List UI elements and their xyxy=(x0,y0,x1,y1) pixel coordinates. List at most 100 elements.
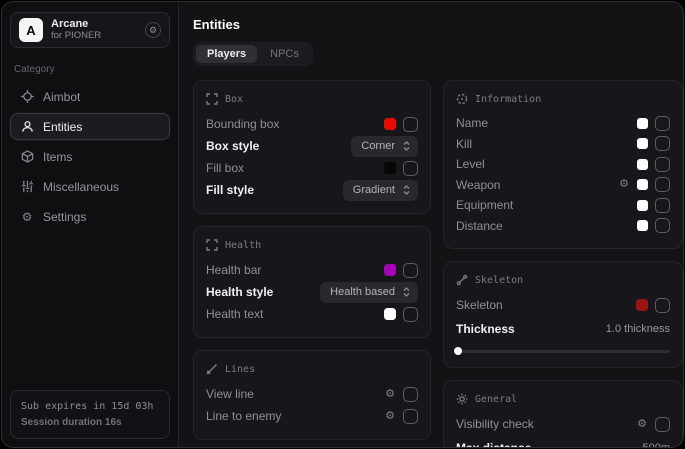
dropdown-value: Corner xyxy=(361,140,395,152)
card-information: Information Name Kill xyxy=(443,80,683,249)
weapon-checkbox[interactable] xyxy=(655,177,670,192)
color-swatch[interactable] xyxy=(384,162,396,174)
name-checkbox[interactable] xyxy=(655,116,670,131)
thickness-slider[interactable] xyxy=(456,347,670,355)
sun-icon xyxy=(456,393,468,405)
color-swatch[interactable] xyxy=(637,200,648,211)
entity-tabs: Players NPCs xyxy=(193,42,313,66)
sidebar-item-entities[interactable]: Entities xyxy=(10,113,170,140)
color-swatch[interactable] xyxy=(384,118,396,130)
card-lines: Lines View line ⚙ Line to enemy ⚙ xyxy=(193,350,431,440)
slider-thumb[interactable] xyxy=(454,347,462,355)
distance-checkbox[interactable] xyxy=(655,218,670,233)
setting-row-distance: Distance xyxy=(456,216,670,237)
kill-checkbox[interactable] xyxy=(655,136,670,151)
health-text-checkbox[interactable] xyxy=(403,307,418,322)
setting-row-level: Level xyxy=(456,154,670,175)
color-swatch[interactable] xyxy=(637,220,648,231)
setting-row-thickness: Thickness 1.0 thickness xyxy=(456,318,670,340)
sidebar-item-aimbot[interactable]: Aimbot xyxy=(10,83,170,110)
options-gear-icon[interactable]: ⚙ xyxy=(385,411,395,422)
setting-row-visibility-check: Visibility check ⚙ xyxy=(456,413,670,435)
equipment-checkbox[interactable] xyxy=(655,198,670,213)
main-panel: Entities Players NPCs Box Bounding box xyxy=(179,2,684,447)
account-gear-icon[interactable]: ⚙ xyxy=(145,22,161,38)
tab-players[interactable]: Players xyxy=(196,45,257,63)
setting-row-equipment: Equipment xyxy=(456,195,670,216)
line-to-enemy-checkbox[interactable] xyxy=(403,409,418,424)
card-title: Box xyxy=(225,94,243,105)
card-title: Skeleton xyxy=(475,275,523,286)
box-style-dropdown[interactable]: Corner xyxy=(351,136,418,157)
setting-label: Visibility check xyxy=(456,417,534,431)
sidebar-item-settings[interactable]: ⚙ Settings xyxy=(10,203,170,230)
diagonal-line-icon xyxy=(206,363,218,375)
color-swatch[interactable] xyxy=(384,264,396,276)
card-title: Lines xyxy=(225,364,255,375)
chevron-updown-icon xyxy=(402,287,411,297)
sliders-icon xyxy=(20,180,34,194)
setting-label: Name xyxy=(456,116,488,130)
setting-label: Box style xyxy=(206,139,259,153)
options-gear-icon[interactable]: ⚙ xyxy=(385,389,395,400)
sidebar: A Arcane for PIONER ⚙ Category Aimbot xyxy=(2,2,179,447)
chevron-updown-icon xyxy=(402,141,411,151)
session-duration-text: Session duration 16s xyxy=(21,415,159,431)
setting-row-box-style: Box style Corner xyxy=(206,135,418,157)
sidebar-item-items[interactable]: Items xyxy=(10,143,170,170)
sidebar-item-label: Aimbot xyxy=(43,90,80,104)
card-box: Box Bounding box Box style Corner xyxy=(193,80,431,214)
sidebar-item-label: Miscellaneous xyxy=(43,180,119,194)
fill-style-dropdown[interactable]: Gradient xyxy=(343,180,418,201)
options-gear-icon[interactable]: ⚙ xyxy=(619,179,629,190)
sidebar-item-miscellaneous[interactable]: Miscellaneous xyxy=(10,173,170,200)
setting-label: Health bar xyxy=(206,263,261,277)
card-title: Health xyxy=(225,240,261,251)
color-swatch[interactable] xyxy=(637,159,648,170)
corner-brackets-icon xyxy=(206,93,218,105)
setting-row-view-line: View line ⚙ xyxy=(206,383,418,405)
card-title: Information xyxy=(475,94,541,105)
corner-brackets-icon xyxy=(206,239,218,251)
app-subtitle: for PIONER xyxy=(51,31,137,42)
dropdown-value: Health based xyxy=(330,286,395,298)
options-gear-icon[interactable]: ⚙ xyxy=(637,419,647,430)
color-swatch[interactable] xyxy=(637,179,648,190)
setting-row-skeleton: Skeleton xyxy=(456,294,670,316)
color-swatch[interactable] xyxy=(636,299,648,311)
view-line-checkbox[interactable] xyxy=(403,387,418,402)
health-bar-checkbox[interactable] xyxy=(403,263,418,278)
setting-row-kill: Kill xyxy=(456,134,670,155)
slider-value: 500m xyxy=(642,442,670,448)
health-style-dropdown[interactable]: Health based xyxy=(320,282,418,303)
tab-npcs[interactable]: NPCs xyxy=(259,45,310,63)
setting-label: Thickness xyxy=(456,322,515,336)
color-swatch[interactable] xyxy=(637,138,648,149)
gear-icon: ⚙ xyxy=(20,210,34,224)
setting-label: Bounding box xyxy=(206,117,279,131)
setting-label: Weapon xyxy=(456,178,500,192)
card-health: Health Health bar Health style Health ba… xyxy=(193,226,431,338)
entities-icon xyxy=(20,120,34,134)
level-checkbox[interactable] xyxy=(655,157,670,172)
slider-fill xyxy=(456,350,458,353)
setting-label: Health style xyxy=(206,285,273,299)
color-swatch[interactable] xyxy=(637,118,648,129)
setting-label: Fill style xyxy=(206,183,254,197)
color-swatch[interactable] xyxy=(384,308,396,320)
app-window: A Arcane for PIONER ⚙ Category Aimbot xyxy=(1,1,684,448)
setting-label: Health text xyxy=(206,307,263,321)
setting-label: Fill box xyxy=(206,161,244,175)
setting-row-weapon: Weapon ⚙ xyxy=(456,175,670,196)
app-name: Arcane xyxy=(51,18,137,31)
sidebar-nav: Aimbot Entities Items xyxy=(10,83,170,230)
setting-label: Distance xyxy=(456,219,503,233)
visibility-check-checkbox[interactable] xyxy=(655,417,670,432)
slider-track[interactable] xyxy=(456,350,670,353)
fill-box-checkbox[interactable] xyxy=(403,161,418,176)
card-general: General Visibility check ⚙ Max distance … xyxy=(443,380,683,448)
app-logo: A xyxy=(19,18,43,42)
bounding-box-checkbox[interactable] xyxy=(403,117,418,132)
sidebar-item-label: Entities xyxy=(43,120,82,134)
skeleton-checkbox[interactable] xyxy=(655,298,670,313)
